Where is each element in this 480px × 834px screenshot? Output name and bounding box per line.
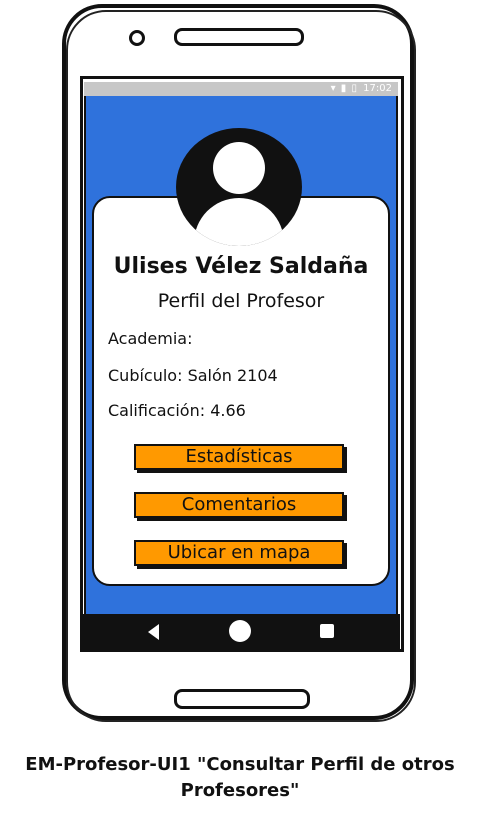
- recent-apps-icon[interactable]: [320, 624, 334, 638]
- academy-label: Academia:: [108, 329, 193, 348]
- nav-bar: [82, 614, 400, 650]
- camera-icon: [129, 30, 145, 46]
- comments-button[interactable]: Comentarios: [134, 492, 344, 518]
- status-bar: ▾ ▮ ▯ 17:02: [84, 82, 398, 96]
- caption: EM-Profesor-UI1 "Consultar Perfil de otr…: [25, 754, 455, 801]
- status-icons: ▾ ▮ ▯: [330, 83, 358, 94]
- status-time: 17:02: [363, 83, 392, 94]
- avatar-icon: [176, 128, 302, 246]
- home-icon[interactable]: [229, 620, 251, 642]
- speaker-grille: [174, 28, 304, 46]
- back-icon[interactable]: [148, 624, 159, 640]
- professor-name: Ulises Vélez Saldaña: [113, 254, 369, 279]
- home-bar: [174, 689, 310, 709]
- map-button[interactable]: Ubicar en mapa: [134, 540, 344, 566]
- avatar-head: [213, 142, 265, 194]
- profile-subtitle: Perfil del Profesor: [157, 290, 325, 312]
- avatar-body: [194, 198, 284, 246]
- stats-button[interactable]: Estadísticas: [134, 444, 344, 470]
- rating-label: Calificación: 4.66: [108, 401, 246, 420]
- cubicle-label: Cubículo: Salón 2104: [108, 366, 278, 385]
